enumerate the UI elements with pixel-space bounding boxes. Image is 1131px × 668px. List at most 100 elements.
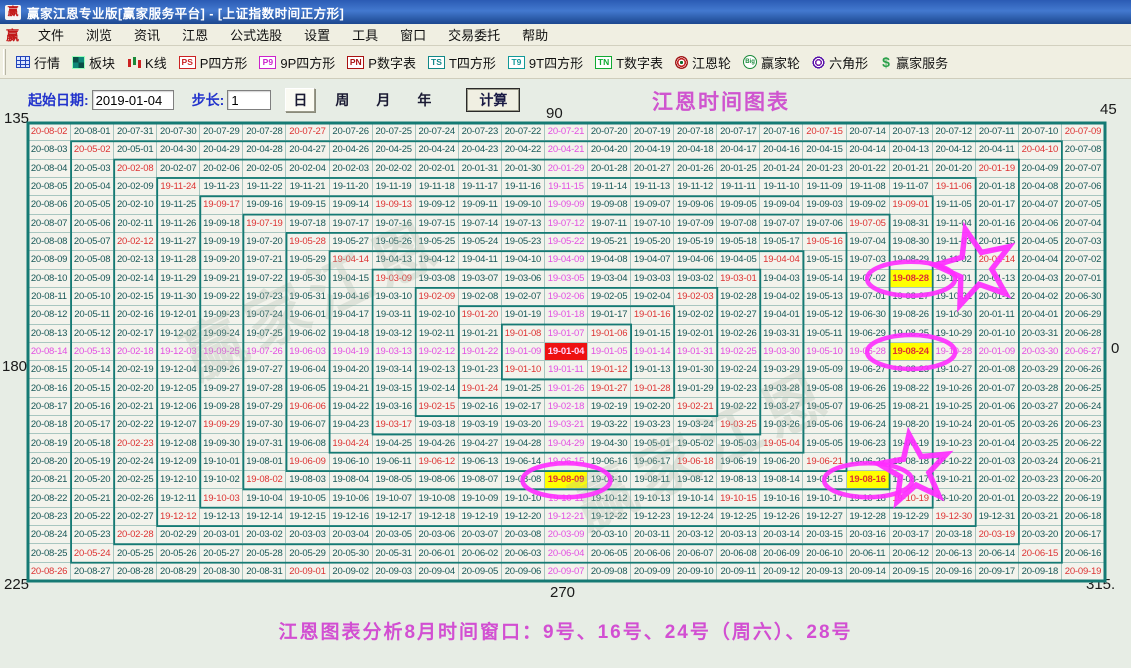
menu-item-7[interactable]: 窗口 <box>389 23 437 46</box>
toolbar-button-8[interactable]: TNT数字表 <box>589 50 669 75</box>
grid-date-cell: 19-08-26 <box>890 306 933 324</box>
toolbar-button-5[interactable]: PNP数字表 <box>341 50 422 75</box>
grid-date-cell: 19-06-15 <box>545 453 588 471</box>
grid-date-cell: 19-08-03 <box>286 471 329 489</box>
grid-date-cell: 20-02-03 <box>330 160 373 178</box>
period-option-1[interactable]: 周 <box>328 89 356 111</box>
toolbar-button-9[interactable]: 江恩轮 <box>669 50 737 75</box>
grid-date-cell: 19-12-11 <box>157 489 200 507</box>
grid-date-cell: 20-03-06 <box>416 526 459 544</box>
grid-date-cell: 19-03-01 <box>717 270 760 288</box>
grid-date-cell: 20-04-11 <box>976 141 1019 159</box>
grid-date-cell: 20-08-21 <box>28 471 71 489</box>
grid-date-cell: 19-06-18 <box>674 453 717 471</box>
step-label: 步长: <box>192 90 225 110</box>
chart-title: 江恩时间图表 <box>652 86 790 116</box>
grid-date-cell: 20-08-22 <box>28 489 71 507</box>
grid-date-cell: 19-09-07 <box>631 196 674 214</box>
menu-item-5[interactable]: 设置 <box>293 23 341 46</box>
grid-date-cell: 20-07-18 <box>674 123 717 141</box>
toolbar-button-3[interactable]: PSP四方形 <box>173 50 254 75</box>
grid-date-cell: 20-05-27 <box>200 544 243 562</box>
toolbar-button-4[interactable]: P99P四方形 <box>253 50 341 75</box>
toolbar-button-6[interactable]: TST四方形 <box>422 50 502 75</box>
grid-date-cell: 20-04-12 <box>933 141 976 159</box>
grid-date-cell: 20-06-08 <box>717 544 760 562</box>
grid-date-cell: 20-03-18 <box>933 526 976 544</box>
grid-date-cell: 20-08-08 <box>28 233 71 251</box>
grid-date-cell: 19-03-13 <box>373 343 416 361</box>
grid-date-cell: 20-06-22 <box>1062 434 1105 452</box>
grid-date-cell: 19-03-08 <box>416 270 459 288</box>
grid-date-cell: 19-07-24 <box>243 306 286 324</box>
grid-date-cell: 19-10-10 <box>502 489 545 507</box>
grid-date-cell: 19-04-14 <box>330 251 373 269</box>
grid-date-cell: 19-11-08 <box>847 178 890 196</box>
grid-date-cell: 20-07-15 <box>803 123 846 141</box>
grid-date-cell: 20-01-17 <box>976 196 1019 214</box>
grid-date-cell: 19-08-31 <box>890 215 933 233</box>
grid-date-cell: 20-05-30 <box>330 544 373 562</box>
grid-date-cell: 19-08-30 <box>890 233 933 251</box>
grid-date-cell: 19-12-22 <box>588 508 631 526</box>
start-date-input[interactable] <box>92 90 174 110</box>
toolbar-button-0[interactable]: 行情 <box>10 50 66 75</box>
menu-item-2[interactable]: 资讯 <box>123 23 171 46</box>
menu-item-0[interactable]: 文件 <box>27 23 75 46</box>
toolbar-button-11[interactable]: 六角形 <box>806 50 874 75</box>
grid-date-cell: 20-06-16 <box>1062 544 1105 562</box>
grid-date-cell: 19-01-11 <box>545 361 588 379</box>
menu-item-1[interactable]: 浏览 <box>75 23 123 46</box>
grid-date-cell: 20-04-05 <box>1019 233 1062 251</box>
grid-date-cell: 19-07-01 <box>847 288 890 306</box>
grid-date-cell: 20-03-23 <box>1019 471 1062 489</box>
grid-date-cell: 20-04-30 <box>157 141 200 159</box>
grid-date-cell: 19-07-06 <box>803 215 846 233</box>
toolbar: 行情板块K线PSP四方形P99P四方形PNP数字表TST四方形 T9 9T四方形 TN… <box>0 46 1131 79</box>
grid-date-cell: 20-07-20 <box>588 123 631 141</box>
grid-date-cell: 20-05-31 <box>373 544 416 562</box>
grid-date-cell: 19-02-04 <box>631 288 674 306</box>
grid-date-cell: 19-07-10 <box>631 215 674 233</box>
grid-date-cell: 19-06-24 <box>847 416 890 434</box>
grid-date-cell: 20-05-02 <box>71 141 114 159</box>
grid-date-cell: 20-07-12 <box>933 123 976 141</box>
grid-date-cell: 20-03-28 <box>1019 379 1062 397</box>
grid-date-cell: 20-01-30 <box>502 160 545 178</box>
grid-date-cell: 19-08-07 <box>459 471 502 489</box>
grid-date-cell: 19-11-11 <box>717 178 760 196</box>
badge-icon: T9 <box>508 56 525 69</box>
grid-date-cell: 20-07-13 <box>890 123 933 141</box>
grid-date-cell: 19-03-18 <box>416 416 459 434</box>
menu-item-8[interactable]: 交易委托 <box>437 23 511 46</box>
grid-date-cell: 20-06-01 <box>416 544 459 562</box>
period-option-0[interactable]: 日 <box>285 88 315 112</box>
toolbar-button-2[interactable]: K线 <box>121 50 173 75</box>
menu-item-3[interactable]: 江恩 <box>171 23 219 46</box>
grid-date-cell: 20-04-25 <box>373 141 416 159</box>
period-option-2[interactable]: 月 <box>369 89 397 111</box>
grid-date-cell: 20-04-23 <box>459 141 502 159</box>
period-option-3[interactable]: 年 <box>410 89 438 111</box>
grid-date-cell: 20-06-09 <box>760 544 803 562</box>
menu-item-6[interactable]: 工具 <box>341 23 389 46</box>
grid-date-cell: 19-11-19 <box>373 178 416 196</box>
toolbar-button-7[interactable]: T9 9T四方形 <box>502 50 589 75</box>
grid-date-cell: 20-05-07 <box>71 233 114 251</box>
toolbar-button-1[interactable]: 板块 <box>66 50 121 75</box>
step-input[interactable] <box>227 90 271 110</box>
toolbar-button-label: 9T四方形 <box>529 53 583 72</box>
grid-date-cell: 19-03-04 <box>588 270 631 288</box>
grid-date-cell: 19-08-22 <box>890 379 933 397</box>
grid-date-cell: 20-07-07 <box>1062 160 1105 178</box>
menu-item-4[interactable]: 公式选股 <box>219 23 293 46</box>
grid-date-cell: 19-09-02 <box>847 196 890 214</box>
toolbar-button-label: T四方形 <box>449 53 496 72</box>
grid-date-cell: 19-05-23 <box>502 233 545 251</box>
grid-date-cell: 19-07-09 <box>674 215 717 233</box>
grid-date-cell: 20-01-06 <box>976 398 1019 416</box>
calculate-button[interactable]: 计算 <box>466 88 520 112</box>
toolbar-button-12[interactable]: $赢家服务 <box>874 50 954 75</box>
toolbar-button-10[interactable]: Big赢家轮 <box>737 50 806 75</box>
menu-item-9[interactable]: 帮助 <box>511 23 559 46</box>
